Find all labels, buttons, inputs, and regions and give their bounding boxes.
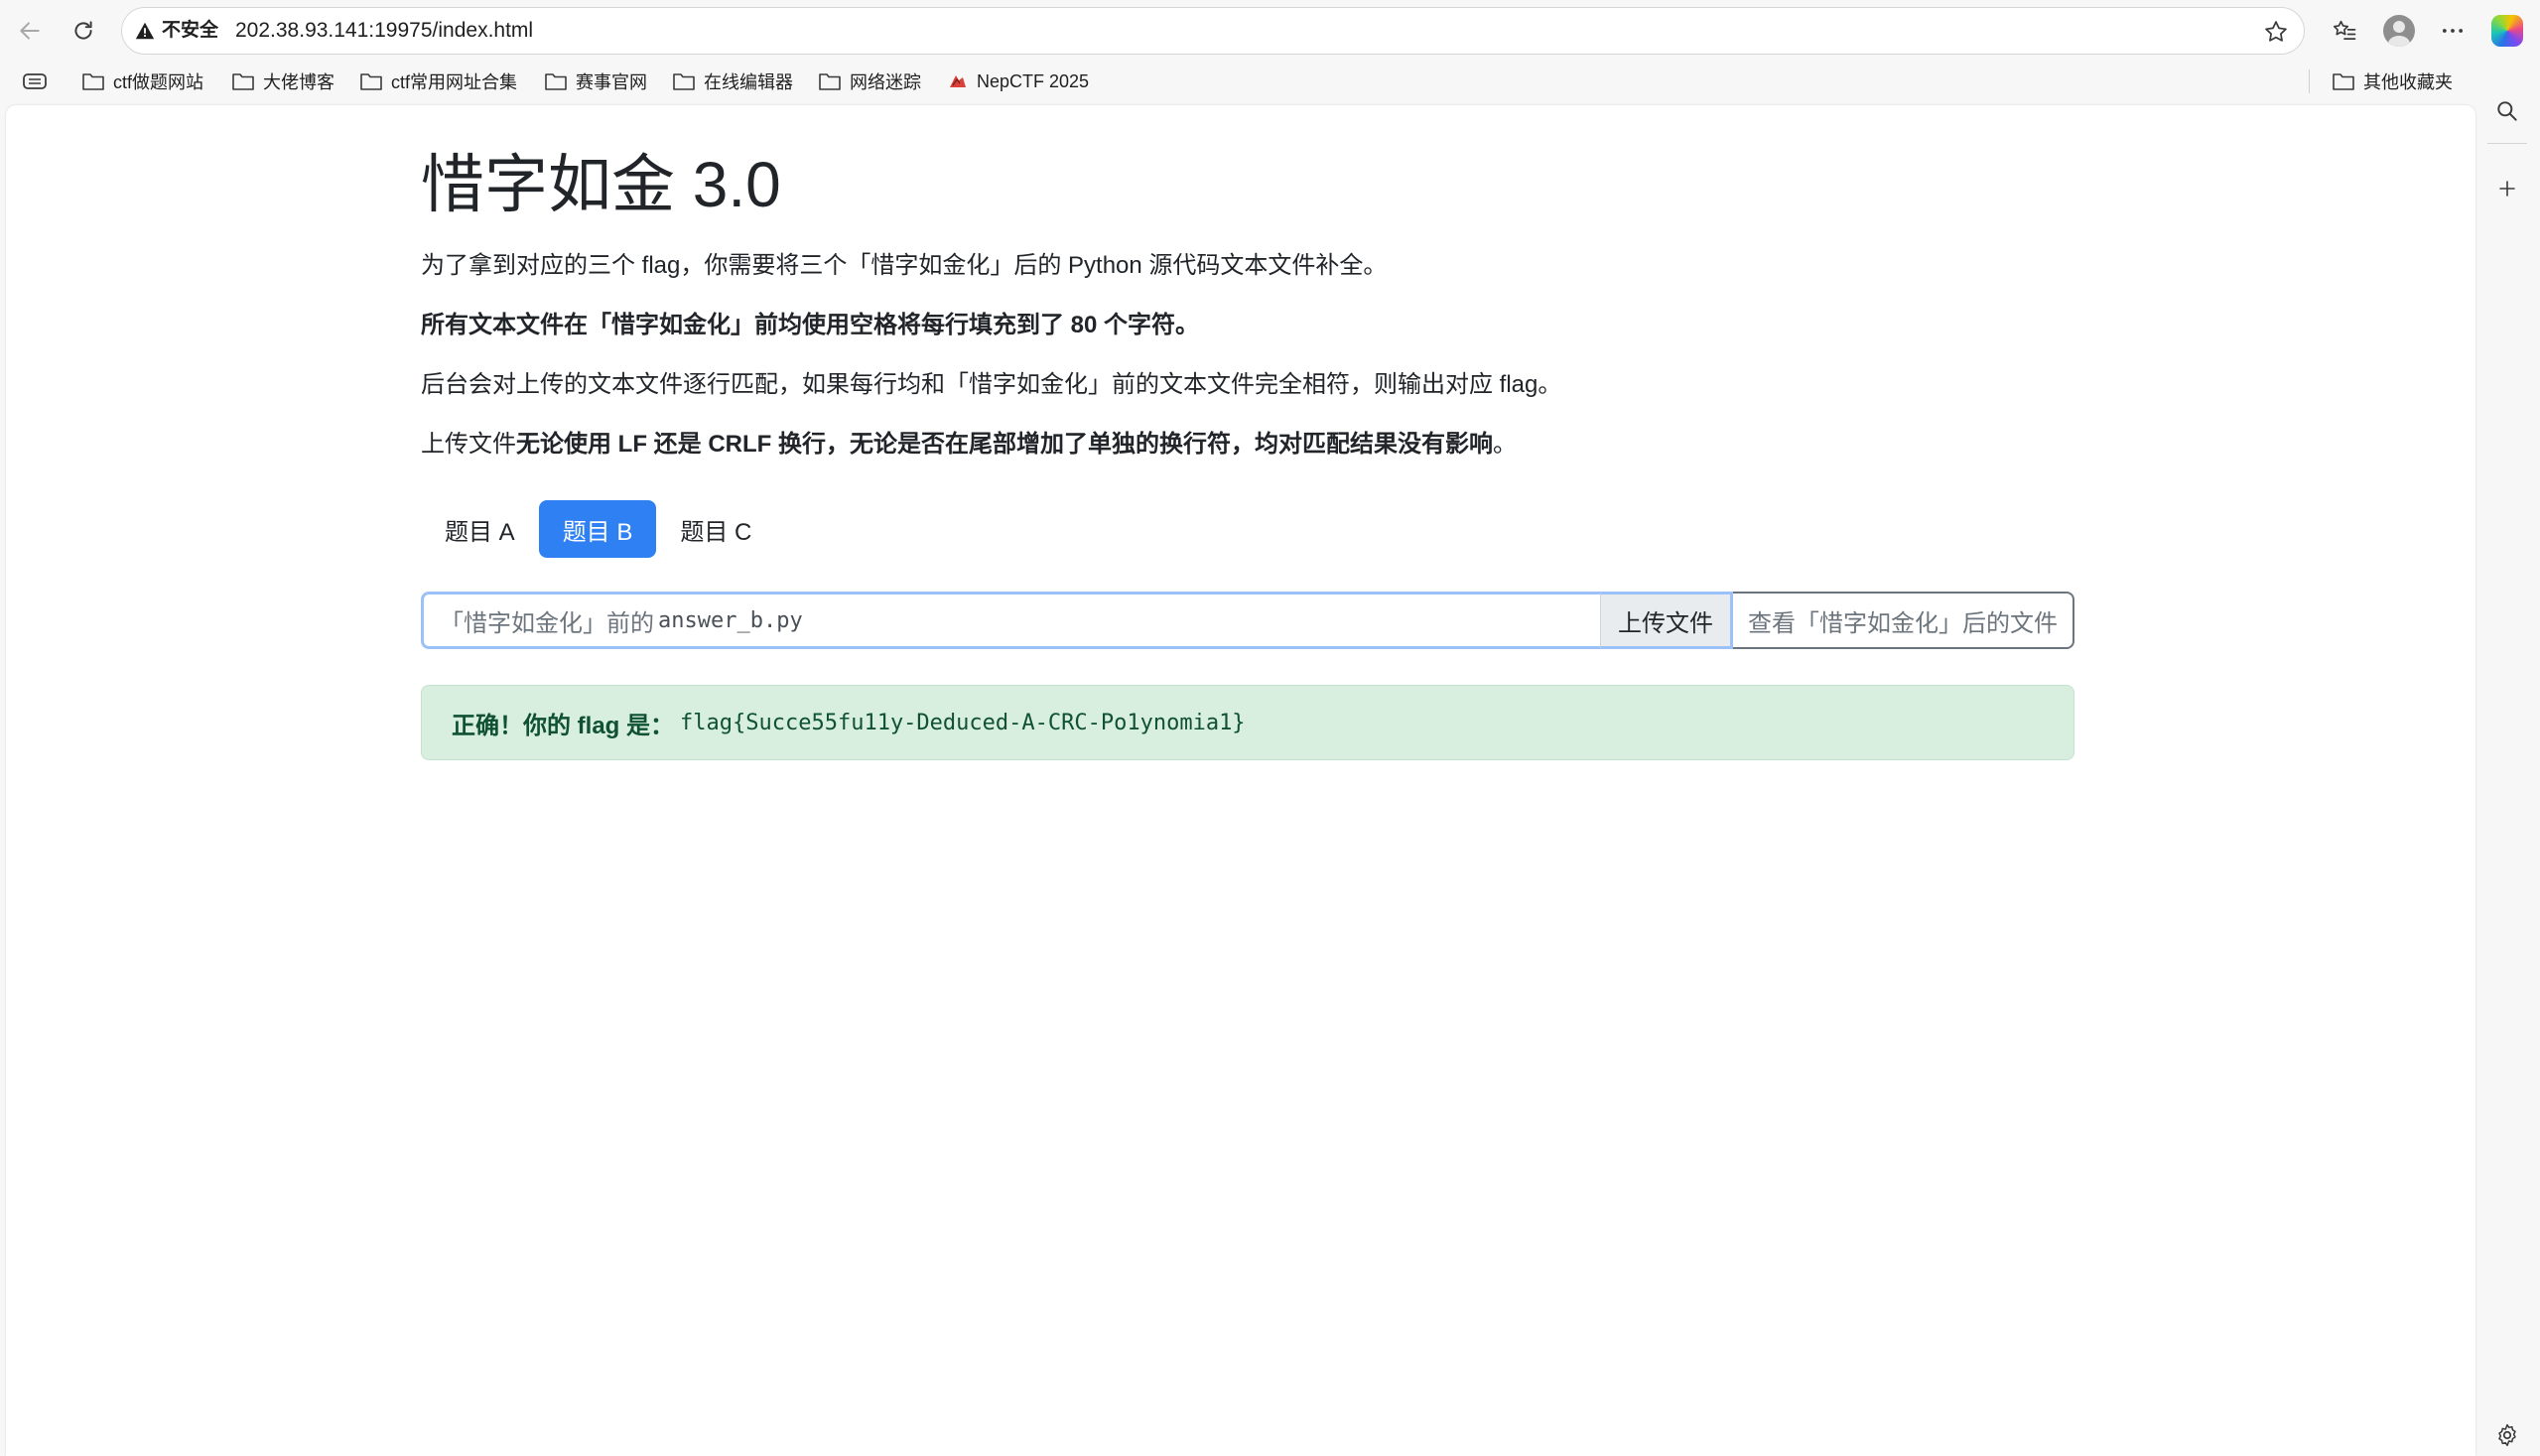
line-ending-prefix: 上传文件 (421, 431, 516, 458)
web-page: 惜字如金 3.0 为了拿到对应的三个 flag，你需要将三个「惜字如金化」后的 … (6, 105, 2475, 1456)
bookmark-ctf-sites[interactable]: ctf做题网站 (81, 62, 203, 101)
bookmark-contest-sites[interactable]: 赛事官网 (544, 62, 647, 101)
other-bookmarks[interactable]: 其他收藏夹 (2332, 62, 2453, 101)
padding-note: 所有文本文件在「惜字如金化」前均使用空格将每行填充到了 80 个字符。 (421, 312, 1200, 338)
url-text[interactable]: 202.38.93.141:19975/index.html (235, 8, 533, 54)
warning-triangle-icon (134, 20, 156, 47)
bookmark-expert-blogs[interactable]: 大佬博客 (231, 62, 334, 101)
reload-icon[interactable] (64, 11, 103, 51)
folder-icon (2333, 73, 2354, 90)
file-input[interactable]: 「惜字如金化」前的 answer_b.py (421, 592, 1600, 649)
folder-icon (360, 73, 382, 90)
matching-note: 后台会对上传的文本文件逐行匹配，如果每行均和「惜字如金化」前的文本文件完全相符，… (421, 371, 1562, 398)
folder-icon (819, 73, 841, 90)
nepctf-favicon-icon (950, 75, 966, 87)
back-arrow-icon[interactable] (10, 11, 50, 51)
upload-input-group: 「惜字如金化」前的 answer_b.py 上传文件 查看「惜字如金化」后的文件 (421, 592, 2074, 649)
flag-value: flag{Succe55fu11y-Deduced-A-CRC-Po1ynomi… (680, 710, 1246, 735)
line-ending-suffix: 。 (1492, 431, 1517, 458)
tab-problem-a[interactable]: 题目 A (421, 500, 539, 558)
folder-icon (232, 73, 254, 90)
bookmark-ctf-url-collection[interactable]: ctf常用网址合集 (359, 62, 517, 101)
address-bar[interactable]: 不安全 202.38.93.141:19975/index.html (121, 7, 2305, 55)
browser-toolbar: 不安全 202.38.93.141:19975/index.html (0, 0, 2540, 62)
settings-gear-icon[interactable] (2487, 1415, 2527, 1455)
more-options-icon[interactable] (2433, 11, 2473, 51)
upload-file-button[interactable]: 上传文件 (1600, 592, 1733, 649)
view-compressed-file-button[interactable]: 查看「惜字如金化」后的文件 (1733, 592, 2074, 649)
folder-icon (82, 73, 104, 90)
security-label[interactable]: 不安全 (162, 8, 218, 54)
intro-paragraph: 为了拿到对应的三个 flag，你需要将三个「惜字如金化」后的 Python 源代… (421, 252, 1388, 279)
bookmark-osint[interactable]: 网络迷踪 (818, 62, 921, 101)
sidebar-divider (2487, 143, 2527, 144)
favorite-star-icon[interactable] (2262, 18, 2290, 51)
tab-problem-b[interactable]: 题目 B (538, 500, 657, 558)
add-icon[interactable] (2487, 169, 2527, 208)
alert-label: 正确！你的 flag 是： (452, 712, 675, 739)
folder-icon (673, 73, 695, 90)
line-ending-note: 上传文件无论使用 LF 还是 CRLF 换行，无论是否在尾部增加了单独的换行符，… (421, 427, 1517, 463)
page-title: 惜字如金 3.0 (421, 149, 781, 220)
profile-avatar-icon[interactable] (2379, 11, 2419, 51)
file-input-filename: answer_b.py (658, 607, 803, 633)
sidebar-strip (2475, 101, 2540, 1456)
search-icon[interactable] (2487, 91, 2527, 131)
tab-problem-c[interactable]: 题目 C (656, 500, 775, 558)
success-alert: 正确！你的 flag 是： flag{Succe55fu11y-Deduced-… (421, 685, 2074, 760)
problem-tabs: 题目 A 题目 B 题目 C (421, 500, 775, 558)
line-ending-bold: 无论使用 LF 还是 CRLF 换行，无论是否在尾部增加了单独的换行符，均对匹配… (516, 431, 1493, 458)
bookmark-nepctf[interactable]: NepCTF 2025 (947, 62, 1089, 101)
favorites-icon[interactable] (2325, 11, 2364, 51)
copilot-icon[interactable] (2487, 11, 2527, 51)
bookmarks-divider (2309, 69, 2310, 93)
bookmark-online-editors[interactable]: 在线编辑器 (672, 62, 793, 101)
bookmarks-bar: ctf做题网站 大佬博客 ctf常用网址合集 赛事官网 在线编辑器 网络迷踪 N… (0, 62, 2540, 101)
reading-list-icon[interactable] (22, 62, 48, 101)
folder-icon (545, 73, 567, 90)
file-input-hint: 「惜字如金化」前的 (440, 609, 654, 637)
